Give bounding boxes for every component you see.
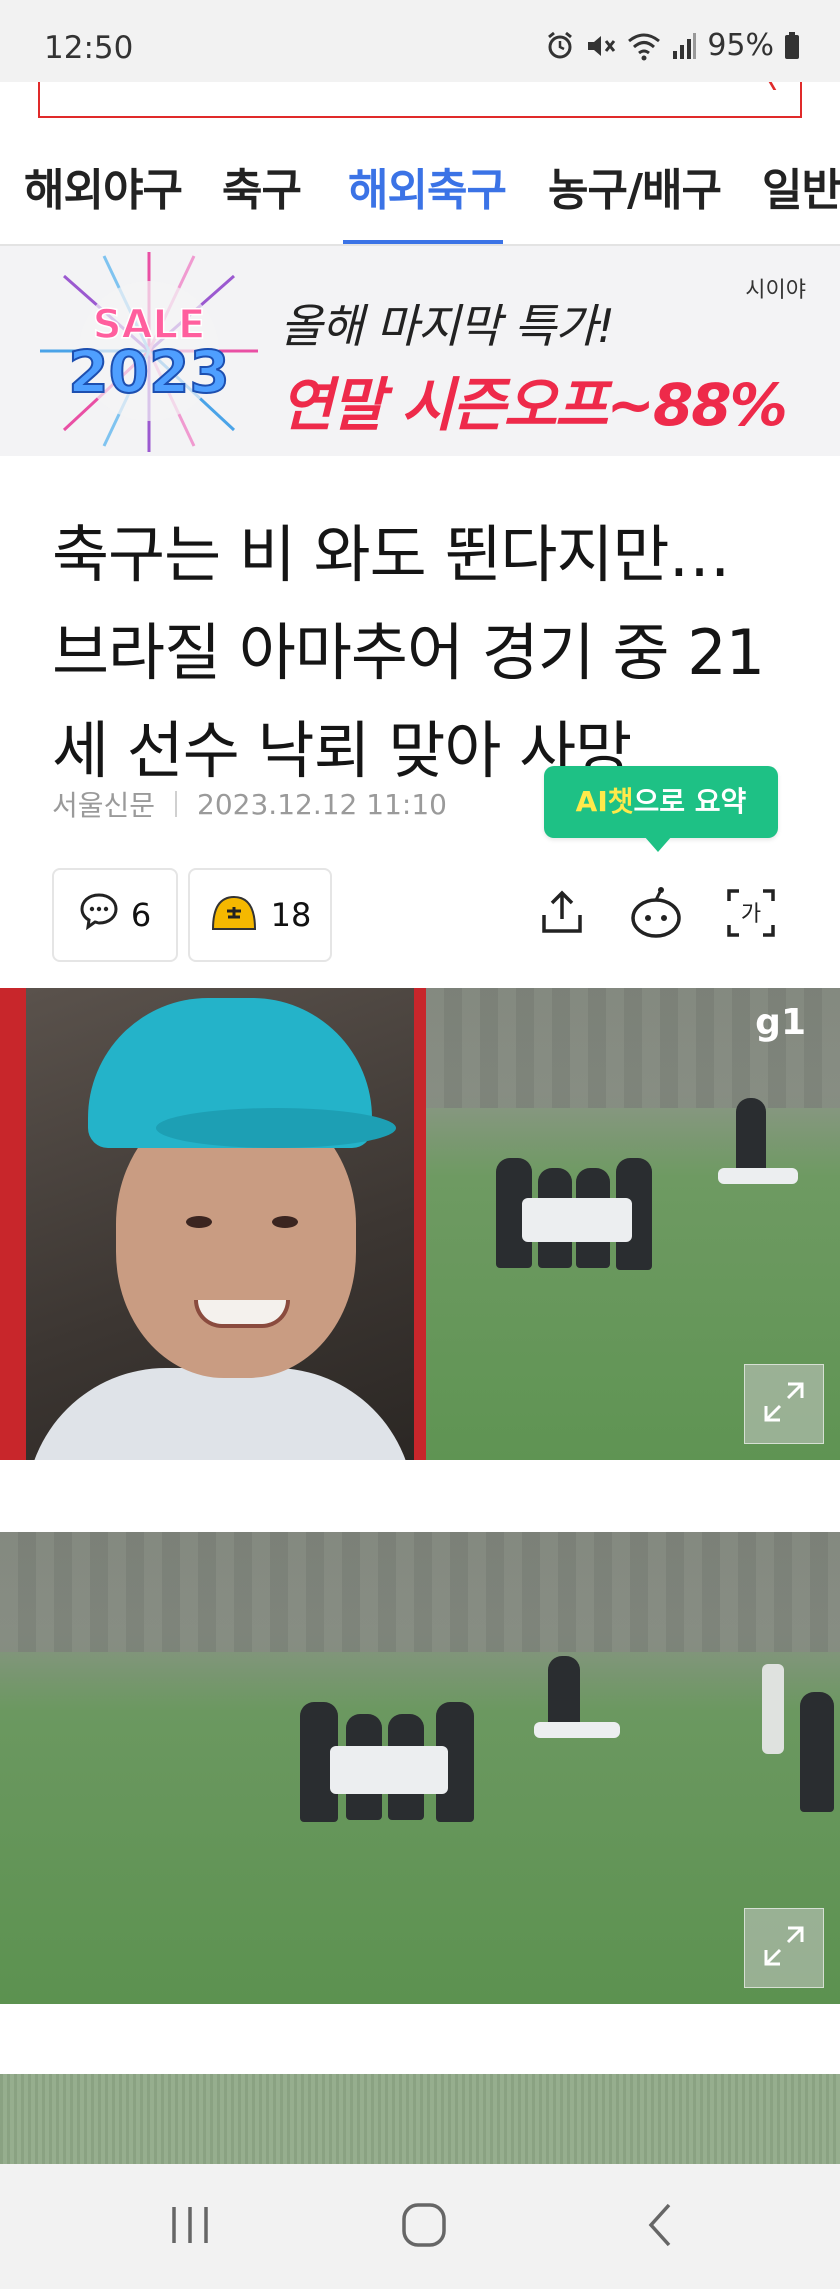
person-figure — [800, 1692, 834, 1812]
active-tab-indicator — [343, 240, 503, 244]
expand-photo-button[interactable] — [744, 1908, 824, 1988]
comment-count: 6 — [130, 896, 152, 934]
bot-face-icon — [629, 886, 683, 944]
back-button[interactable] — [620, 2194, 700, 2260]
rainy-field-scene — [0, 1532, 840, 2004]
reaction-count: 18 — [270, 896, 312, 934]
stretcher-sheet — [522, 1198, 632, 1242]
share-icon — [538, 889, 586, 941]
fallen-player — [534, 1722, 620, 1738]
stands — [0, 1532, 840, 1652]
article-photo-2[interactable] — [0, 1532, 840, 2004]
signal-icon — [671, 31, 697, 61]
cap-brim — [156, 1108, 396, 1148]
meta-divider — [175, 791, 178, 817]
reaction-emoji-icon — [209, 891, 259, 939]
ad-headline: 올해 마지막 특가! — [280, 299, 615, 353]
tab-soccer[interactable]: 축구 — [222, 154, 302, 218]
status-time: 12:50 — [44, 30, 134, 66]
eye — [186, 1216, 212, 1228]
comments-button[interactable]: 6 — [52, 868, 178, 962]
fallen-player — [718, 1168, 798, 1184]
search-box[interactable] — [38, 82, 802, 118]
reactions-button[interactable]: 18 — [188, 868, 332, 962]
font-size-icon: 가 — [725, 887, 777, 943]
publisher[interactable]: 서울신문 — [52, 784, 155, 824]
tab-general[interactable]: 일반 — [762, 154, 840, 218]
system-navigation-bar — [0, 2164, 840, 2289]
smile — [194, 1300, 290, 1328]
article-meta: 서울신문 2023.12.12 11:10 — [52, 784, 447, 824]
sale-2023-firework-graphic: SALE 2023 — [40, 252, 258, 452]
back-icon — [645, 2202, 675, 2252]
ad-brand-logo: 시이야 — [745, 278, 806, 303]
headline-line: 축구는 비 와도 뛴다지만… — [52, 518, 731, 591]
alarm-icon — [545, 31, 575, 61]
ai-summary-label: 으로 요약 — [633, 785, 747, 818]
expand-icon — [762, 1924, 806, 1972]
wifi-icon — [627, 31, 661, 61]
article-photo-3[interactable] — [0, 2074, 840, 2164]
expand-icon — [762, 1380, 806, 1428]
mute-icon — [585, 31, 617, 61]
article-headline: 축구는 비 와도 뛴다지만… 브라질 아마추어 경기 중 21 세 선수 낙뢰 … — [52, 506, 812, 800]
tab-overseas-soccer[interactable]: 해외축구 — [348, 154, 507, 218]
shirt — [26, 1368, 414, 1460]
referee-figure — [762, 1664, 784, 1754]
recent-apps-button[interactable] — [150, 2194, 230, 2260]
ad-banner[interactable]: SALE 2023 올해 마지막 특가! 연말 시즌오프~88% 시이야 — [0, 246, 840, 456]
tab-basketball-volleyball[interactable]: 농구/배구 — [548, 154, 722, 218]
recent-apps-icon — [168, 2205, 212, 2249]
ai-summary-button[interactable]: AI챗으로 요약 — [544, 766, 778, 852]
publish-datetime: 2023.12.12 11:10 — [197, 787, 447, 821]
stretcher-sheet — [330, 1746, 448, 1794]
share-button[interactable] — [527, 880, 597, 950]
comment-icon — [79, 892, 119, 938]
bot-button[interactable] — [621, 880, 691, 950]
status-bar: 12:50 95% — [0, 0, 840, 82]
home-icon — [401, 2202, 447, 2252]
tab-overseas-baseball[interactable]: 해외야구 — [24, 154, 183, 218]
search-icon — [757, 82, 777, 90]
ai-summary-highlight: AI챗 — [575, 785, 634, 818]
article-photo-1[interactable]: g1 — [0, 988, 840, 1460]
g1-watermark: g1 — [755, 1002, 806, 1043]
home-button[interactable] — [384, 2194, 464, 2260]
ad-offer: 연말 시즌오프~88% — [280, 371, 788, 439]
svg-text:가: 가 — [741, 902, 761, 927]
expand-photo-button[interactable] — [744, 1364, 824, 1444]
bubble-tail — [644, 836, 672, 852]
battery-icon — [784, 31, 800, 60]
headline-line: 브라질 아마추어 경기 중 21 — [52, 616, 765, 689]
font-size-button[interactable]: 가 — [716, 880, 786, 950]
eye — [272, 1216, 298, 1228]
year-badge-text: 2023 — [68, 338, 229, 406]
status-icons: 95% — [545, 28, 800, 63]
player-portrait — [26, 988, 414, 1460]
battery-level: 95% — [707, 28, 774, 63]
category-tabs: 해외야구 축구 해외축구 농구/배구 일반 — [0, 120, 840, 246]
